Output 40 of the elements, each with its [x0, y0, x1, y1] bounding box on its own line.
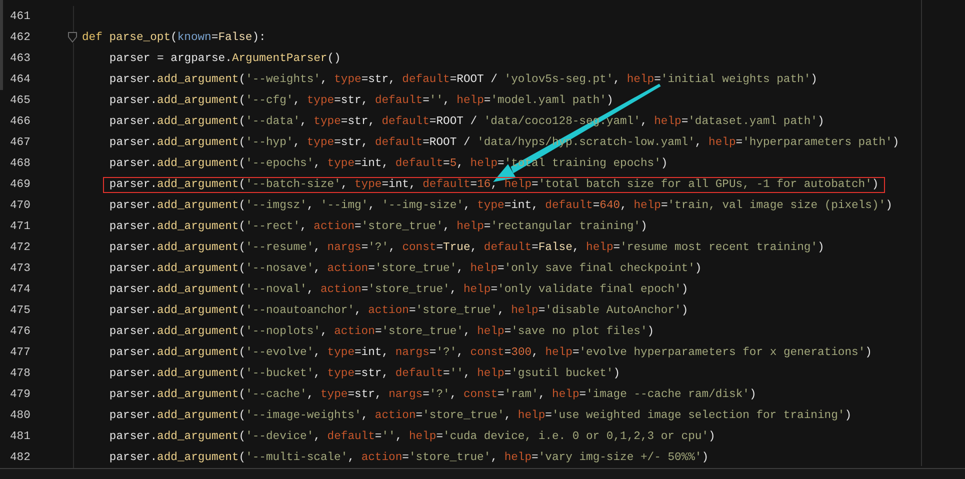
line-number: 461	[10, 10, 30, 22]
code-line: parser.add_argument('--cfg', type=str, default='', help='model.yaml path')	[108, 94, 614, 108]
line-number: 482	[10, 452, 30, 464]
code-line: parser.add_argument('--rect', action='store_true', help='rectangular training')	[108, 220, 648, 234]
code-line: parser.add_argument('--weights', type=str, default=ROOT / 'yolov5s-seg.pt', help='initial weights path')	[108, 72, 818, 88]
code-line: parser.add_argument('--noplots', action='store_true', help='save no plot files')	[108, 324, 656, 340]
code-line: parser.add_argument('--cache', type=str, nargs='?', const='ram', help='image --cache ram/disk')	[108, 388, 758, 402]
line-number: 467	[10, 136, 30, 148]
code-line: parser.add_argument('--bucket', type=str, default='', help='gsutil bucket')	[108, 366, 622, 382]
line-number: 471	[10, 220, 30, 232]
code-line: parser.add_argument('--noautoanchor', action='store_true', help='disable AutoAnchor')	[108, 304, 690, 318]
code-line: def parse_opt(known=False):	[81, 30, 267, 46]
line-number: 466	[10, 116, 30, 128]
line-number: 462	[10, 32, 30, 44]
line-number: 468	[10, 158, 30, 170]
line-number: 480	[10, 410, 30, 422]
line-number: 470	[10, 200, 30, 212]
line-number: 474	[10, 284, 30, 296]
code-line: parser.add_argument('--multi-scale', action='store_true', help='vary img-size +/- 50%%')	[108, 450, 710, 466]
line-number: 473	[10, 262, 30, 274]
line-number: 464	[10, 74, 30, 86]
line-number: 469	[10, 178, 30, 190]
line-number: 478	[10, 368, 30, 380]
code-line: parser.add_argument('--noval', action='store_true', help='only validate final epoch')	[108, 282, 690, 298]
line-number: 481	[10, 430, 30, 442]
line-number: 463	[10, 52, 30, 64]
code-line: parser.add_argument('--imgsz', '--img', '--img-size', type=int, default=640, help='train, val image size (pixels)')	[108, 198, 894, 214]
code-line: parser.add_argument('--device', default='', help='cuda device, i.e. 0 or 0,1,2,3 or cpu')	[108, 430, 716, 444]
code-line: parser.add_argument('--nosave', action='store_true', help='only save final checkpoint')	[108, 262, 703, 276]
line-number: 477	[10, 346, 30, 358]
line-number: 472	[10, 242, 30, 254]
line-number: 479	[10, 388, 30, 400]
code-line: parser = argparse.ArgumentParser()	[108, 52, 342, 66]
code-line: parser.add_argument('--evolve', type=int, nargs='?', const=300, help='evolve hyperparameters for x generations')	[108, 346, 873, 360]
line-number: 475	[10, 304, 30, 316]
code-line: parser.add_argument('--resume', nargs='?', const=True, default=False, help='resume most recent training')	[108, 240, 826, 256]
code-line: parser.add_argument('--image-weights', action='store_true', help='use weighted image selection for training')	[108, 408, 852, 424]
fold-icon[interactable]	[68, 32, 77, 43]
line-number: 465	[10, 94, 30, 106]
line-number: 476	[10, 326, 30, 338]
